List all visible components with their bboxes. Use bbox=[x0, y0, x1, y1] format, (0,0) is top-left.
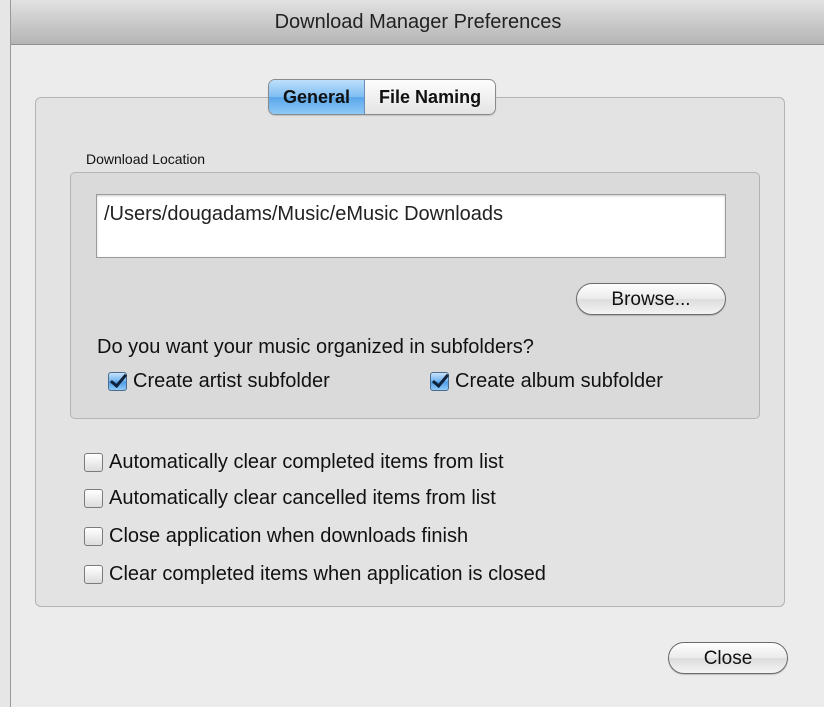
artist-subfolder-label: Create artist subfolder bbox=[133, 370, 330, 392]
artist-subfolder-option[interactable]: Create artist subfolder bbox=[108, 370, 330, 393]
clear-cancelled-label: Automatically clear cancelled items from… bbox=[109, 487, 496, 509]
tab-bar: General File Naming bbox=[268, 79, 497, 115]
window-title: Download Manager Preferences bbox=[274, 10, 562, 33]
album-subfolder-option[interactable]: Create album subfolder bbox=[430, 370, 663, 393]
artist-subfolder-checkbox[interactable] bbox=[108, 372, 127, 391]
clear-on-close-checkbox[interactable] bbox=[84, 565, 103, 584]
tab-file-naming[interactable]: File Naming bbox=[365, 80, 496, 114]
close-button[interactable]: Close bbox=[668, 642, 788, 674]
option-close-app[interactable]: Close application when downloads finish bbox=[84, 525, 468, 548]
download-path-field[interactable]: /Users/dougadams/Music/eMusic Downloads bbox=[96, 194, 726, 258]
browse-button[interactable]: Browse... bbox=[576, 283, 726, 315]
title-bar[interactable]: Download Manager Preferences bbox=[11, 0, 824, 45]
clear-on-close-label: Clear completed items when application i… bbox=[109, 563, 546, 585]
close-app-label: Close application when downloads finish bbox=[109, 525, 469, 547]
option-clear-cancelled[interactable]: Automatically clear cancelled items from… bbox=[84, 487, 496, 510]
tab-general[interactable]: General bbox=[269, 80, 366, 114]
close-app-checkbox[interactable] bbox=[84, 527, 103, 546]
clear-completed-label: Automatically clear completed items from… bbox=[109, 451, 504, 473]
clear-cancelled-checkbox[interactable] bbox=[84, 489, 103, 508]
option-clear-on-close[interactable]: Clear completed items when application i… bbox=[84, 563, 546, 586]
album-subfolder-label: Create album subfolder bbox=[455, 370, 663, 392]
clear-completed-checkbox[interactable] bbox=[84, 453, 103, 472]
album-subfolder-checkbox[interactable] bbox=[430, 372, 449, 391]
download-location-label: Download Location bbox=[86, 151, 206, 167]
option-clear-completed[interactable]: Automatically clear completed items from… bbox=[84, 451, 504, 474]
subfolder-question: Do you want your music organized in subf… bbox=[97, 336, 534, 358]
